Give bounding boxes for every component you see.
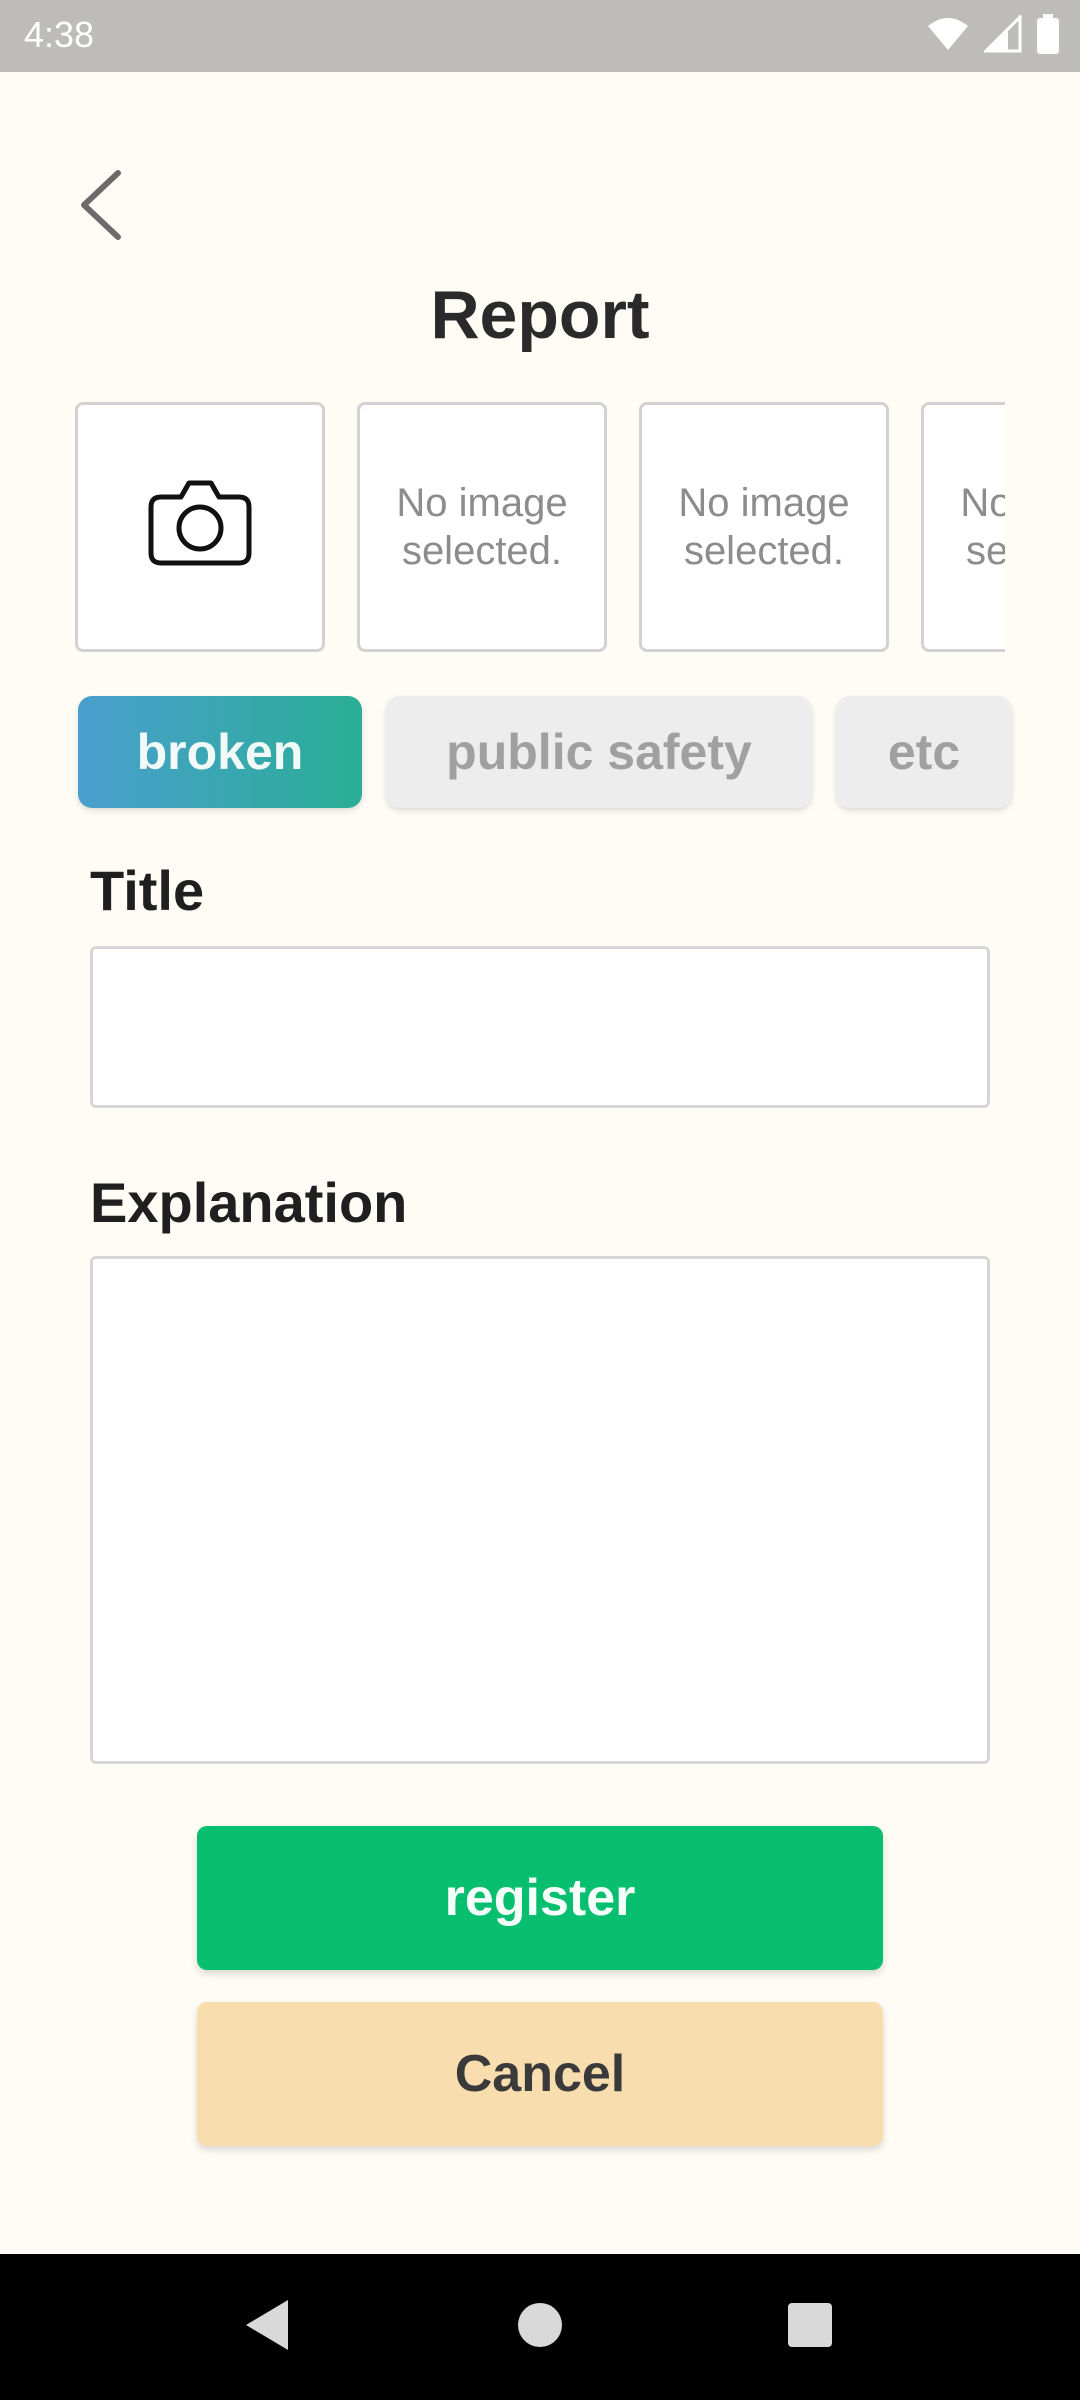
camera-icon [147,477,253,578]
image-slot-text: No image selected. [396,481,568,573]
chevron-left-icon [70,165,130,250]
chip-label: public safety [446,724,752,780]
cancel-button[interactable]: Cancel [197,2002,883,2146]
page-title: Report [430,277,650,353]
image-slot[interactable]: No image selected. [639,402,889,652]
title-label: Title [90,859,205,922]
nav-home-button[interactable] [500,2287,580,2367]
image-slot[interactable]: No image selected. [357,402,607,652]
signal-icon [982,12,1022,58]
status-bar: 4:38 [0,0,1080,72]
image-slot-text: No image selected. [678,481,850,573]
status-time: 4:38 [24,14,95,55]
add-photo-button[interactable] [75,402,325,652]
report-screen: Report No image selected. No image selec… [0,72,1080,2254]
home-circle-icon [516,2301,564,2354]
category-chip-broken[interactable]: broken [78,696,362,808]
chip-label: etc [887,724,961,780]
recents-square-icon [786,2301,834,2354]
nav-back-button[interactable] [227,2287,307,2367]
back-button[interactable] [60,162,140,252]
category-chip-etc[interactable]: etc [836,696,1012,808]
register-button[interactable]: register [197,1826,883,1970]
image-slot[interactable]: No image selected. [921,402,1005,652]
category-chip-public-safety[interactable]: public safety [386,696,812,808]
chip-label: broken [136,724,304,780]
system-nav-bar [0,2254,1080,2400]
status-icons [926,12,1060,59]
wifi-icon [926,16,970,57]
explanation-label: Explanation [90,1171,408,1234]
battery-icon [1036,13,1060,59]
image-slot-text: No image selected. [960,481,1005,573]
back-triangle-icon [242,2298,292,2357]
explanation-input[interactable] [90,1256,990,1764]
nav-recents-button[interactable] [770,2287,850,2367]
image-picker-strip[interactable]: No image selected. No image selected. No… [75,402,1005,658]
title-input[interactable] [90,946,990,1108]
